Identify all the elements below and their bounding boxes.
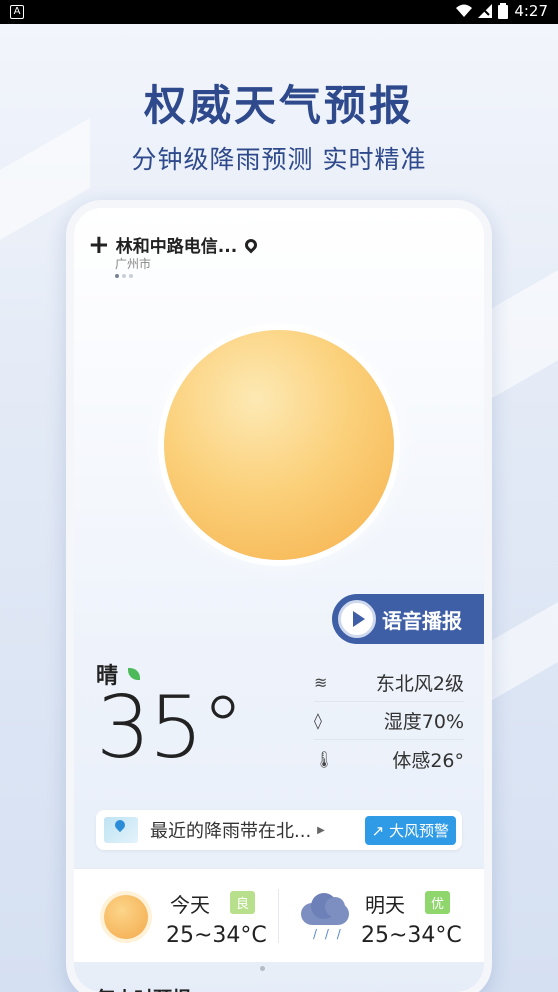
voice-broadcast-button[interactable]: 语音播报 — [332, 594, 484, 644]
wind-warning-badge[interactable]: ↗ 大风预警 — [364, 815, 456, 845]
status-bar: A 4:27 — [0, 0, 558, 24]
weather-screen: + 林和中路电信... 广州市 语音播报 晴 35° ≋ 东北风2级 ◊ 湿度7… — [74, 208, 484, 992]
voice-broadcast-label: 语音播报 — [382, 608, 462, 633]
temp-range: 25~34°C — [361, 923, 462, 948]
forecast-tomorrow[interactable]: / / / 明天 优 25~34°C — [279, 869, 484, 963]
caret-right-icon: ▶ — [317, 824, 325, 836]
weather-metrics: ≋ 东北风2级 ◊ 湿度70% 🌡 体感26° — [314, 664, 464, 778]
location-header[interactable]: + 林和中路电信... — [88, 232, 260, 258]
feels-like-row: 🌡 体感26° — [314, 749, 464, 772]
rain-cloud-icon — [301, 893, 351, 925]
current-temperature: 35° — [96, 678, 244, 778]
forecast-day: 今天 — [170, 893, 210, 917]
rain-alert-text: 最近的降雨带在北... — [150, 821, 312, 842]
rain-alert-bar[interactable]: 最近的降雨带在北... ▶ ↗ 大风预警 — [96, 810, 462, 850]
play-icon — [338, 600, 376, 638]
location-name: 林和中路电信... — [115, 237, 238, 257]
thermometer-icon: 🌡 — [314, 749, 335, 769]
rain-map-icon — [104, 817, 138, 843]
droplet-icon: ◊ — [314, 711, 322, 730]
wind-icon: ≋ — [314, 673, 328, 692]
phone-mockup: + 林和中路电信... 广州市 语音播报 晴 35° ≋ 东北风2级 ◊ 湿度7… — [66, 200, 492, 992]
forecast-page-indicator — [260, 966, 265, 971]
signal-icon — [478, 4, 493, 18]
promo-headline: 权威天气预报 — [143, 81, 414, 130]
temp-range: 25~34°C — [166, 923, 267, 948]
status-time: 4:27 — [514, 2, 548, 20]
humidity-row: ◊ 湿度70% — [314, 702, 464, 740]
wind-row: ≋ 东北风2级 — [314, 664, 464, 702]
forecast-today[interactable]: 今天 良 25~34°C — [74, 869, 279, 963]
promo-subline: 分钟级降雨预测 实时精准 — [131, 145, 427, 174]
hourly-forecast-title: 每小时预报 — [96, 984, 191, 992]
forecast-day: 明天 — [365, 893, 405, 917]
location-pin-icon — [242, 236, 260, 253]
battery-icon — [498, 3, 509, 19]
city-page-indicator — [115, 274, 133, 278]
app-badge-icon: A — [10, 5, 24, 19]
daily-forecast: 今天 良 25~34°C / / / 明天 优 25~34°C — [74, 868, 484, 962]
city-name: 广州市 — [115, 257, 152, 271]
aqi-badge: 优 — [425, 891, 451, 914]
aqi-badge: 良 — [230, 891, 256, 914]
wifi-icon — [456, 4, 473, 17]
sunny-icon — [104, 895, 148, 939]
add-city-icon[interactable]: + — [88, 232, 110, 258]
sun-illustration — [164, 330, 394, 560]
